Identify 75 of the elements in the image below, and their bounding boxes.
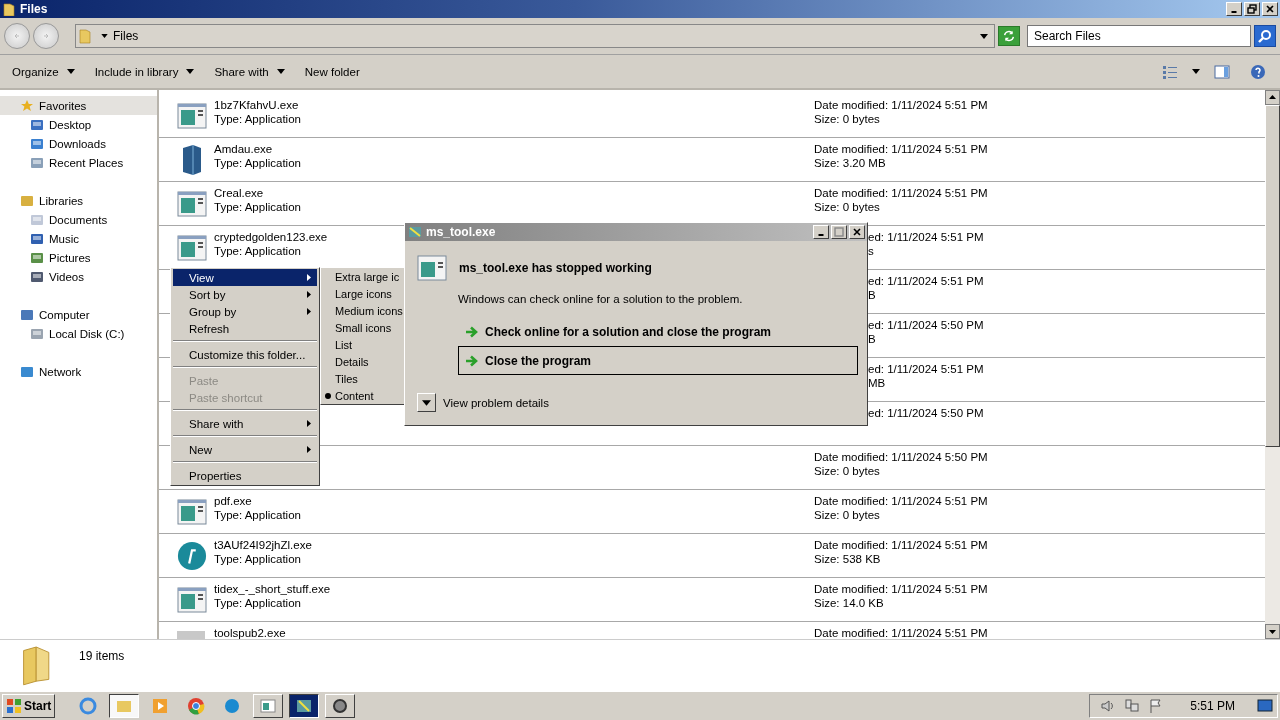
toolbar-button[interactable]: Organize <box>4 62 83 81</box>
toolbar-button[interactable]: Share with <box>206 62 293 81</box>
dialog-heading: ms_tool.exe has stopped working <box>459 261 652 275</box>
file-size: Size: 0 bytes <box>814 509 880 521</box>
sidebar-item[interactable]: Libraries <box>0 191 157 210</box>
file-size: MB <box>868 377 886 389</box>
details-link[interactable]: View problem details <box>443 396 549 409</box>
file-name[interactable]: cryptedgolden123.exe <box>214 231 328 243</box>
file-size: s <box>868 245 874 257</box>
file-name[interactable]: pdf.exe <box>214 495 252 507</box>
menu-item[interactable]: Customize this folder... <box>173 346 317 363</box>
date-modified: ed: 1/11/2024 5:50 PM <box>868 407 984 419</box>
file-size: B <box>868 333 876 345</box>
menu-item[interactable]: Sort by <box>173 286 317 303</box>
menu-item[interactable]: Refresh <box>173 320 317 337</box>
item-count: 19 items <box>79 649 125 663</box>
menu-item[interactable]: New <box>173 441 317 458</box>
menu-item[interactable]: Properties <box>173 467 317 484</box>
date-modified: Date modified: 1/11/2024 5:51 PM <box>814 627 988 639</box>
file-size: Size: 14.0 KB <box>814 597 884 609</box>
file-size: Size: 0 bytes <box>814 201 880 213</box>
start-button[interactable]: Start <box>2 694 56 718</box>
file-name[interactable]: Amdau.exe <box>214 143 273 155</box>
file-type: Type: Application <box>214 157 301 169</box>
dialog-title: ms_tool.exe <box>426 225 496 239</box>
sidebar-item[interactable]: Downloads <box>0 134 157 153</box>
search-field[interactable]: Search Files <box>1027 25 1251 47</box>
address-field[interactable]: Files <box>75 24 995 48</box>
dialog-option[interactable]: Close the program <box>458 346 858 375</box>
menu-item[interactable]: View <box>173 269 317 286</box>
date-modified: ed: 1/11/2024 5:51 PM <box>868 363 984 375</box>
menu-item[interactable]: Group by <box>173 303 317 320</box>
file-size: Size: 538 KB <box>814 553 881 565</box>
toolbar-button[interactable]: New folder <box>296 62 368 81</box>
date-modified: Date modified: 1/11/2024 5:51 PM <box>814 99 988 111</box>
file-type: Type: Application <box>214 597 301 609</box>
file-type: Type: Application <box>214 201 301 213</box>
file-type: Type: Application <box>214 113 301 125</box>
file-size: Size: 3.20 MB <box>814 157 886 169</box>
file-name[interactable]: 1bz7KfahvU.exe <box>214 99 299 111</box>
file-name[interactable]: toolspub2.exe <box>214 627 286 639</box>
sidebar-item[interactable]: Computer <box>0 305 157 324</box>
sidebar-item[interactable]: Desktop <box>0 115 157 134</box>
file-name[interactable]: Creal.exe <box>214 187 264 199</box>
dialog-message: Windows can check online for a solution to the problem. <box>458 293 743 305</box>
file-size: Size: 0 bytes <box>814 465 880 477</box>
date-modified: Date modified: 1/11/2024 5:50 PM <box>814 451 988 463</box>
date-modified: Date modified: 1/11/2024 5:51 PM <box>814 143 988 155</box>
date-modified: ed: 1/11/2024 5:51 PM <box>868 275 984 287</box>
clock[interactable]: 5:51 PM <box>1190 699 1235 713</box>
menu-item[interactable]: Share with <box>173 415 317 432</box>
file-type: Type: Application <box>214 553 301 565</box>
date-modified: Date modified: 1/11/2024 5:51 PM <box>814 539 988 551</box>
file-type: Type: Application <box>214 509 301 521</box>
sidebar-item[interactable]: Music <box>0 229 157 248</box>
dialog-option[interactable]: Check online for a solution and close the program <box>458 317 858 346</box>
sidebar-item[interactable]: Pictures <box>0 248 157 267</box>
sidebar-item[interactable]: Favorites <box>0 96 157 115</box>
file-size: B <box>868 289 876 301</box>
sidebar-item[interactable]: Documents <box>0 210 157 229</box>
file-type: Type: Application <box>214 245 301 257</box>
date-modified: Date modified: 1/11/2024 5:51 PM <box>814 187 988 199</box>
file-name[interactable]: tidex_-_short_stuff.exe <box>214 583 331 595</box>
date-modified: Date modified: 1/11/2024 5:51 PM <box>814 495 988 507</box>
file-name[interactable]: t3AUf24I92jhZl.exe <box>214 539 312 551</box>
sidebar-item[interactable]: Recent Places <box>0 153 157 172</box>
sidebar-item[interactable]: Local Disk (C:) <box>0 324 157 343</box>
sidebar-item[interactable]: Videos <box>0 267 157 286</box>
date-modified: ed: 1/11/2024 5:50 PM <box>868 319 984 331</box>
date-modified: ed: 1/11/2024 5:51 PM <box>868 231 984 243</box>
date-modified: Date modified: 1/11/2024 5:51 PM <box>814 583 988 595</box>
file-size: Size: 0 bytes <box>814 113 880 125</box>
sidebar-item[interactable]: Network <box>0 362 157 381</box>
window-title: Files <box>20 2 48 16</box>
toolbar-button[interactable]: Include in library <box>86 62 203 81</box>
